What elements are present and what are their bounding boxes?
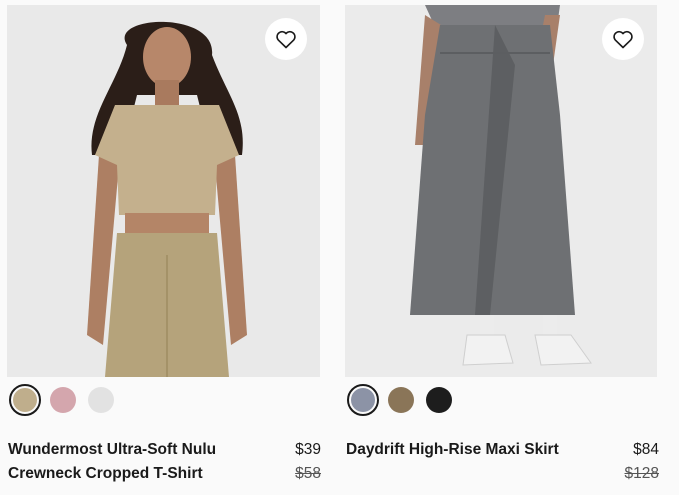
- sale-price: $84: [633, 441, 659, 458]
- favorite-button[interactable]: [602, 18, 644, 60]
- product-grid: Wundermost Ultra-Soft Nulu Crewneck Crop…: [0, 0, 679, 495]
- price-block: $39 $58: [295, 438, 321, 486]
- sale-price: $39: [295, 441, 321, 458]
- color-swatch[interactable]: [85, 384, 117, 416]
- color-swatches: [347, 384, 455, 416]
- original-price: $128: [624, 465, 659, 482]
- product-name-link[interactable]: Wundermost Ultra-Soft Nulu Crewneck Crop…: [8, 438, 258, 486]
- favorite-button[interactable]: [265, 18, 307, 60]
- model-photo: [345, 5, 657, 377]
- color-swatch[interactable]: [385, 384, 417, 416]
- price-block: $84 $128: [625, 438, 659, 486]
- color-swatch[interactable]: [47, 384, 79, 416]
- heart-outline-icon: [276, 30, 296, 49]
- heart-outline-icon: [613, 30, 633, 49]
- model-photo: [7, 5, 320, 377]
- product-image[interactable]: [7, 5, 320, 377]
- color-swatches: [9, 384, 117, 416]
- product-name-link[interactable]: Daydrift High-Rise Maxi Skirt: [346, 438, 596, 462]
- swatch-color: [88, 387, 114, 413]
- color-swatch[interactable]: [423, 384, 455, 416]
- swatch-color: [388, 387, 414, 413]
- original-price: $58: [295, 465, 321, 482]
- product-card: Wundermost Ultra-Soft Nulu Crewneck Crop…: [7, 0, 321, 495]
- swatch-color: [426, 387, 452, 413]
- product-card: Daydrift High-Rise Maxi Skirt $84 $128: [345, 0, 659, 495]
- swatch-color: [50, 387, 76, 413]
- swatch-color: [351, 388, 375, 412]
- swatch-color: [13, 388, 37, 412]
- color-swatch-selected[interactable]: [9, 384, 41, 416]
- product-image[interactable]: [345, 5, 657, 377]
- color-swatch-selected[interactable]: [347, 384, 379, 416]
